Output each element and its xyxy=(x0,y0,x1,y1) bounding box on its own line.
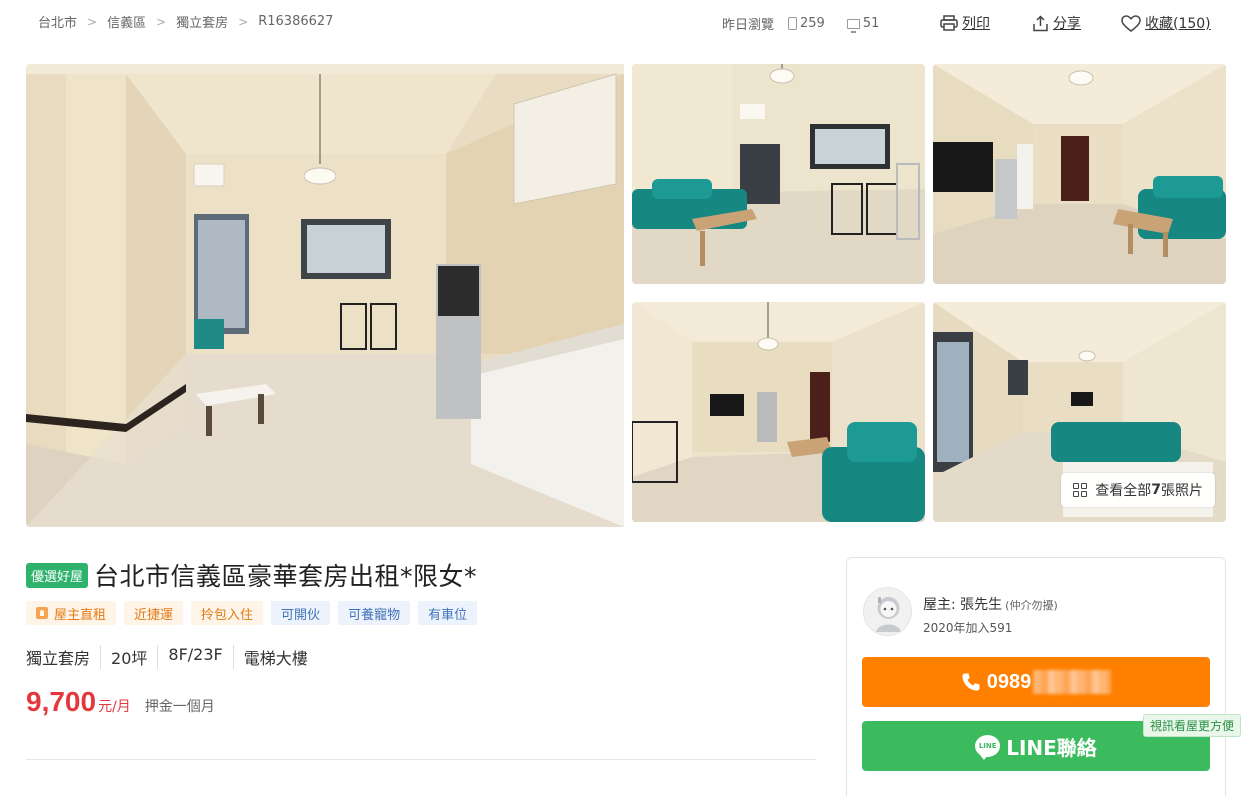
breadcrumb-city[interactable]: 台北市 xyxy=(38,12,77,31)
tag-label: 屋主直租 xyxy=(54,607,107,623)
listing-title-row: 優選好屋 台北市信義區豪華套房出租*限女* xyxy=(26,557,477,593)
price-unit: 元/月 xyxy=(98,699,131,715)
owner-label: 屋主: 張先生 xyxy=(923,597,1003,613)
gallery-thumbnail-3[interactable] xyxy=(632,302,925,522)
main-photo[interactable] xyxy=(26,64,624,527)
spec-size: 20坪 xyxy=(100,645,157,669)
price-row: 9,700 元/月 押金一個月 xyxy=(26,686,215,718)
spec-building: 電梯大樓 xyxy=(232,645,318,669)
listing-specs: 獨立套房 20坪 8F/23F 電梯大樓 xyxy=(26,645,318,669)
breadcrumb-district[interactable]: 信義區 xyxy=(107,12,146,31)
view-all-label: 查看全部 xyxy=(1095,483,1152,499)
listing-stats: 昨日瀏覽 259 51 xyxy=(722,14,897,33)
photo-count: 7 xyxy=(1151,482,1161,498)
video-tour-tip: 視訊看屋更方便 xyxy=(1143,714,1242,737)
heart-icon xyxy=(1121,14,1141,32)
rent-price: 9,700 xyxy=(26,686,97,717)
phone-number: 0989 xyxy=(986,670,1032,693)
featured-badge: 優選好屋 xyxy=(26,562,89,588)
owner-name: 屋主: 張先生 (仲介勿擾) xyxy=(923,594,1058,614)
share-icon xyxy=(1033,14,1048,31)
tag-pets-allowed: 可養寵物 xyxy=(338,601,411,625)
line-contact-label: LINE聯絡 xyxy=(1006,735,1097,760)
breadcrumb-type[interactable]: 獨立套房 xyxy=(176,12,228,31)
feature-tags: 屋主直租 近捷運 拎包入住 可開伙 可養寵物 有車位 xyxy=(26,601,485,625)
phone-icon xyxy=(962,673,980,691)
avatar xyxy=(863,587,912,636)
call-button[interactable]: 0989 xyxy=(862,657,1210,707)
listing-actions: 列印 分享 收藏(150) xyxy=(940,13,1211,33)
printer-icon xyxy=(940,15,958,31)
deposit-info: 押金一個月 xyxy=(144,699,215,715)
tag-near-mrt: 近捷運 xyxy=(124,601,184,625)
owner-icon xyxy=(36,607,48,619)
phone-icon xyxy=(788,17,798,30)
gallery-thumbnail-2[interactable] xyxy=(933,64,1226,284)
chevron-right-icon: > xyxy=(156,14,167,29)
tag-parking: 有車位 xyxy=(418,601,478,625)
monitor-icon xyxy=(846,18,860,33)
view-all-suffix: 張照片 xyxy=(1161,483,1203,499)
gallery-thumbnail-4[interactable]: 查看全部 7 張照片 xyxy=(933,302,1226,522)
tag-owner-direct: 屋主直租 xyxy=(26,601,117,625)
print-label: 列印 xyxy=(962,16,990,32)
favorite-button[interactable]: 收藏(150) xyxy=(1121,13,1211,33)
tag-cooking-allowed: 可開伙 xyxy=(271,601,331,625)
print-button[interactable]: 列印 xyxy=(940,13,990,33)
view-all-photos-button[interactable]: 查看全部 7 張照片 xyxy=(1061,473,1215,507)
phone-number-masked xyxy=(1033,670,1112,694)
spec-floor: 8F/23F xyxy=(157,645,232,669)
chevron-right-icon: > xyxy=(87,14,98,29)
joined-date: 2020年加入591 xyxy=(923,621,1013,635)
share-label: 分享 xyxy=(1053,16,1081,32)
chevron-right-icon: > xyxy=(238,14,249,29)
stats-label: 昨日瀏覽 xyxy=(722,18,775,33)
gallery-thumbnail-1[interactable] xyxy=(632,64,925,284)
grid-icon xyxy=(1073,483,1088,497)
divider xyxy=(26,759,816,760)
share-button[interactable]: 分享 xyxy=(1032,13,1081,33)
owner-note: (仲介勿擾) xyxy=(1005,599,1058,612)
contact-card: 屋主: 張先生 (仲介勿擾) 2020年加入591 0989 LINE LINE聯… xyxy=(846,557,1226,796)
view-count: 259 xyxy=(800,16,825,31)
breadcrumb-listing-id: R16386627 xyxy=(258,14,334,29)
photo-gallery: 查看全部 7 張照片 xyxy=(26,60,1226,527)
listing-title: 台北市信義區豪華套房出租*限女* xyxy=(94,562,478,591)
breadcrumb: 台北市 > 信義區 > 獨立套房 > R16386627 xyxy=(38,12,333,31)
tag-furnished: 拎包入住 xyxy=(191,601,264,625)
line-icon: LINE xyxy=(975,735,1001,760)
spec-type: 獨立套房 xyxy=(26,649,91,668)
favorite-label: 收藏(150) xyxy=(1145,16,1211,32)
message-count: 51 xyxy=(862,16,880,31)
